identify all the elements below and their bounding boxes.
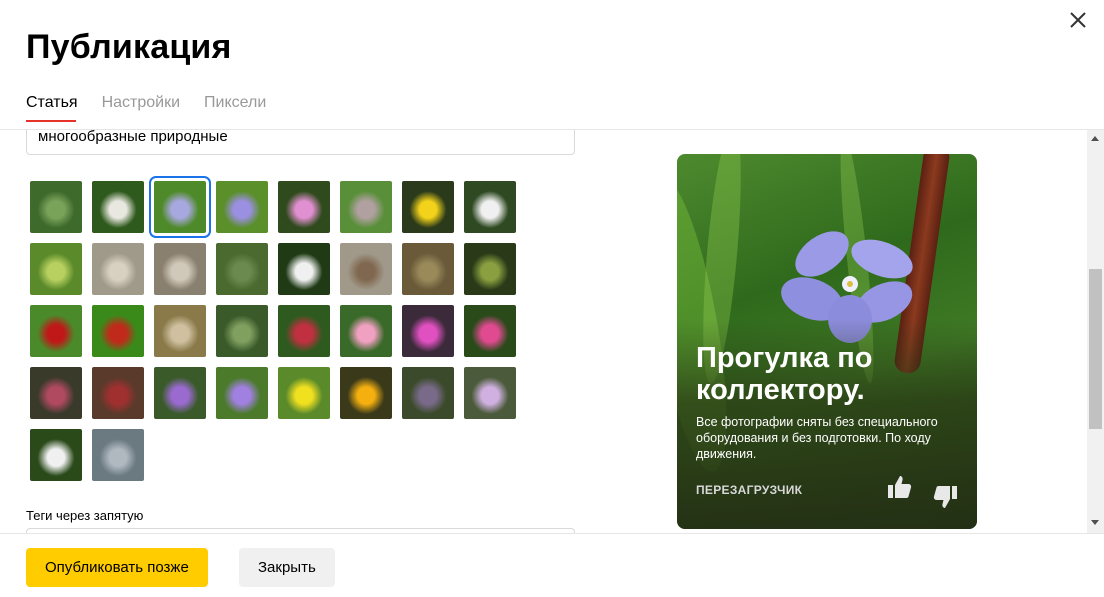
gallery-thumbnail[interactable] <box>216 243 268 295</box>
tags-label: Теги через запятую <box>26 508 144 523</box>
tab-article[interactable]: Статья <box>26 94 78 122</box>
scrollbar-thumb[interactable] <box>1089 269 1102 429</box>
thumbs-up-icon[interactable] <box>885 472 915 502</box>
gallery-thumbnail[interactable] <box>340 243 392 295</box>
thumbs-down-icon[interactable] <box>930 482 960 512</box>
close-icon[interactable] <box>1066 8 1090 32</box>
gallery-thumbnail[interactable] <box>154 305 206 357</box>
gallery-thumbnail[interactable] <box>278 305 330 357</box>
gallery-thumbnail[interactable] <box>149 176 211 238</box>
close-button[interactable]: Закрыть <box>239 548 335 587</box>
gallery-thumbnail[interactable] <box>92 181 144 233</box>
tab-pixels[interactable]: Пиксели <box>204 94 266 122</box>
gallery-thumbnail[interactable] <box>340 181 392 233</box>
gallery-thumbnail[interactable] <box>402 305 454 357</box>
gallery-thumbnail[interactable] <box>464 305 516 357</box>
gallery-thumbnail[interactable] <box>92 243 144 295</box>
gallery-thumbnail[interactable] <box>216 367 268 419</box>
gallery-thumbnail[interactable] <box>340 367 392 419</box>
dialog-title: Публикация <box>26 28 232 66</box>
gallery-thumbnail[interactable] <box>402 243 454 295</box>
tab-bar: Статья Настройки Пиксели <box>26 94 266 122</box>
gallery-thumbnail[interactable] <box>464 243 516 295</box>
gallery-thumbnail[interactable] <box>464 367 516 419</box>
description-input[interactable]: многообразные природные <box>26 130 575 155</box>
gallery-thumbnail[interactable] <box>278 243 330 295</box>
tab-settings[interactable]: Настройки <box>102 94 180 122</box>
gallery-thumbnail[interactable] <box>30 429 82 481</box>
gallery-thumbnail[interactable] <box>402 181 454 233</box>
gallery-thumbnail[interactable] <box>464 181 516 233</box>
preview-source: ПЕРЕЗАГРУЗЧИК <box>696 483 803 497</box>
publish-later-button[interactable]: Опубликовать позже <box>26 548 208 587</box>
gallery-thumbnail[interactable] <box>278 367 330 419</box>
preview-description: Все фотографии сняты без специального об… <box>696 415 938 461</box>
gallery-thumbnail[interactable] <box>30 181 82 233</box>
gallery-thumbnail[interactable] <box>30 305 82 357</box>
publication-dialog: Публикация Статья Настройки Пиксели мног… <box>0 0 1104 597</box>
gallery-thumbnail[interactable] <box>278 181 330 233</box>
gallery-thumbnail[interactable] <box>340 305 392 357</box>
gallery-thumbnail[interactable] <box>216 305 268 357</box>
gallery-thumbnail[interactable] <box>30 243 82 295</box>
scroll-up-arrow-icon[interactable] <box>1091 136 1099 141</box>
preview-title: Прогулка по коллектору. <box>696 342 873 406</box>
gallery-thumbnail[interactable] <box>92 367 144 419</box>
article-card-preview: Прогулка по коллектору. Все фотографии с… <box>677 154 977 529</box>
gallery-thumbnail[interactable] <box>154 367 206 419</box>
scroll-down-arrow-icon[interactable] <box>1091 520 1099 525</box>
content-scroll-area: многообразные природные Теги через запят… <box>0 130 1104 533</box>
gallery-thumbnail[interactable] <box>154 243 206 295</box>
vertical-scrollbar[interactable] <box>1087 130 1104 533</box>
gallery-thumbnail[interactable] <box>92 305 144 357</box>
gallery-thumbnail[interactable] <box>30 367 82 419</box>
gallery-thumbnail[interactable] <box>216 181 268 233</box>
cover-image-gallery <box>30 176 516 481</box>
gallery-thumbnail[interactable] <box>402 367 454 419</box>
gallery-thumbnail[interactable] <box>92 429 144 481</box>
footer-divider <box>0 533 1104 534</box>
